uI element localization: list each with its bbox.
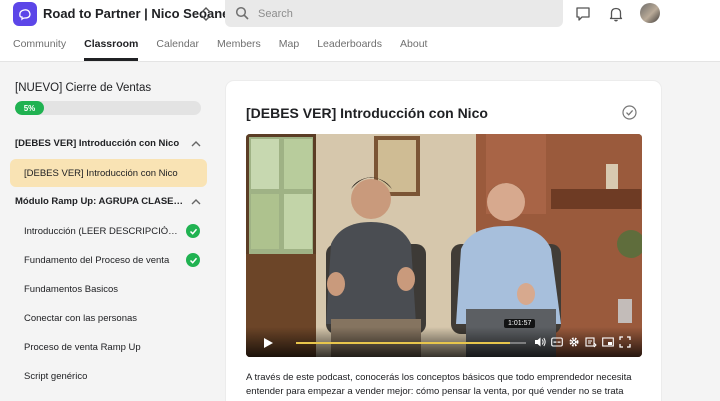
- lesson-item-introduccion[interactable]: Introducción (LEER DESCRIPCIÓN ...: [10, 217, 207, 245]
- tab-leaderboards[interactable]: Leaderboards: [317, 38, 382, 62]
- section-title: Módulo Ramp Up: AGRUPA CLASES...: [15, 196, 185, 207]
- completed-check-icon: [186, 224, 200, 238]
- video-controls: 1:01:57: [246, 319, 642, 357]
- completed-check-icon: [186, 253, 200, 267]
- queue-icon[interactable]: [585, 336, 597, 348]
- lesson-label: Proceso de venta Ramp Up: [24, 341, 141, 353]
- lesson-title: [DEBES VER] Introducción con Nico: [246, 105, 488, 121]
- user-avatar[interactable]: [640, 3, 660, 23]
- lesson-label: Fundamentos Basicos: [24, 283, 118, 295]
- tab-members[interactable]: Members: [217, 38, 261, 62]
- community-switcher-icon[interactable]: [199, 5, 213, 23]
- search-input[interactable]: [258, 4, 548, 23]
- top-bar: Road to Partner | Nico Seoane Community …: [0, 0, 720, 62]
- community-logo-icon[interactable]: [13, 2, 37, 26]
- search-bar[interactable]: [225, 0, 563, 27]
- lesson-label: Conectar con las personas: [24, 312, 138, 324]
- tab-map[interactable]: Map: [279, 38, 299, 62]
- mark-complete-check-icon[interactable]: [622, 105, 637, 120]
- seek-time-tooltip: 1:01:57: [504, 319, 536, 328]
- tab-community[interactable]: Community: [13, 38, 66, 62]
- lesson-label: Script genérico: [24, 370, 88, 382]
- lesson-description: A través de este podcast, conocerás los …: [246, 372, 632, 397]
- chat-icon[interactable]: [574, 5, 592, 23]
- search-icon: [235, 6, 249, 20]
- video-seek-played: [296, 342, 510, 344]
- lesson-item-proceso-ramp-up[interactable]: Proceso de venta Ramp Up: [10, 333, 207, 361]
- lesson-item-script-generico[interactable]: Script genérico: [10, 362, 207, 390]
- chevron-up-icon: [191, 199, 201, 205]
- course-title: [NUEVO] Cierre de Ventas: [15, 82, 152, 94]
- video-frame-thumbnail: [246, 134, 642, 357]
- play-icon[interactable]: [262, 337, 274, 349]
- chevron-up-icon: [191, 141, 201, 147]
- section-header-intro[interactable]: [DEBES VER] Introducción con Nico: [15, 138, 205, 154]
- nav-tabs: Community Classroom Calendar Members Map…: [13, 38, 445, 62]
- miniplayer-icon[interactable]: [602, 336, 614, 348]
- fullscreen-icon[interactable]: [619, 336, 631, 348]
- lesson-label: Introducción (LEER DESCRIPCIÓN ...: [24, 225, 184, 237]
- section-title: [DEBES VER] Introducción con Nico: [15, 138, 180, 149]
- tab-calendar[interactable]: Calendar: [156, 38, 199, 62]
- lesson-content-card: [DEBES VER] Introducción con Nico 1:01:5…: [226, 81, 661, 401]
- tab-about[interactable]: About: [400, 38, 427, 62]
- lesson-item-fundamento-proceso[interactable]: Fundamento del Proceso de venta: [10, 246, 207, 274]
- course-progress-bar: 5%: [15, 101, 201, 115]
- video-player[interactable]: 1:01:57: [246, 134, 642, 357]
- course-sidebar: [NUEVO] Cierre de Ventas 5% [DEBES VER] …: [0, 62, 218, 401]
- course-progress-label: 5%: [23, 103, 36, 113]
- tab-classroom[interactable]: Classroom: [84, 38, 139, 62]
- settings-gear-icon[interactable]: [568, 336, 580, 348]
- section-header-ramp-up[interactable]: Módulo Ramp Up: AGRUPA CLASES...: [15, 196, 205, 212]
- course-progress-fill: 5%: [15, 101, 44, 115]
- captions-icon[interactable]: [551, 336, 563, 348]
- lesson-label: Fundamento del Proceso de venta: [24, 254, 170, 266]
- lesson-label: [DEBES VER] Introducción con Nico: [24, 167, 178, 179]
- lesson-item-conectar[interactable]: Conectar con las personas: [10, 304, 207, 332]
- lesson-item-fundamentos-basicos[interactable]: Fundamentos Basicos: [10, 275, 207, 303]
- notifications-bell-icon[interactable]: [607, 5, 625, 23]
- volume-icon[interactable]: [534, 336, 546, 348]
- lesson-item-intro-nico[interactable]: [DEBES VER] Introducción con Nico: [10, 159, 207, 187]
